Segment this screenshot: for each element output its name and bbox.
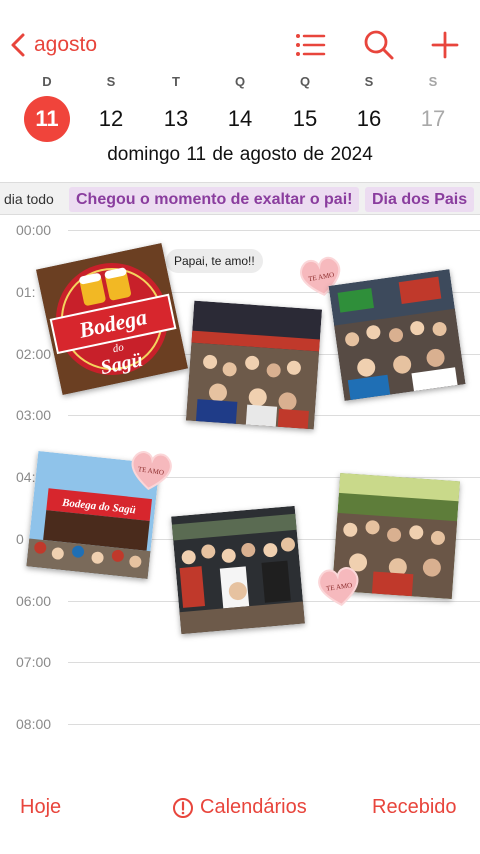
weekday-initial: D [42,74,52,89]
all-day-row: dia todo Chegou o momento de exaltar o p… [0,182,480,215]
all-day-label: dia todo [4,191,54,207]
date-cell[interactable]: 15 [282,96,328,142]
week-dates: 11 12 13 14 15 16 17 [0,96,480,142]
weekday-initial: S [106,74,116,89]
date-cell[interactable]: 16 [346,96,392,142]
search-icon[interactable] [362,28,396,62]
logo-emblem: Bodega do Sagü [36,243,188,395]
photo-graphic [328,269,466,401]
calendars-button[interactable]: Calendários [172,796,307,819]
event-photo-crowd-indoor [328,269,466,401]
all-day-event[interactable]: Chegou o momento de exaltar o pai! [69,187,360,212]
hour-label: 02:00 [16,346,54,362]
date-cell[interactable]: 17 [410,96,456,142]
weekday-initial: Q [234,74,246,89]
selected-date-title: domingo 11 de agosto de 2024 [107,144,373,165]
back-button[interactable]: agosto [8,28,97,62]
day-timeline[interactable]: 00:00 01: 02:00 03:00 04: 0 06:00 07:00 … [0,215,480,775]
date-cell[interactable]: 14 [217,96,263,142]
hour-row: 08:00 [0,712,480,732]
today-button[interactable]: Hoje [20,796,61,819]
all-day-event[interactable]: Dia dos Pais [365,187,475,212]
weekday-initial: T [172,74,180,89]
back-label: agosto [34,33,98,56]
bottom-toolbar: Hoje Calendários Recebido [0,782,480,832]
hour-line [68,230,480,231]
event-photo-crowd-night [185,300,323,430]
heart-sticker: TE AMO [131,451,172,491]
hour-label: 03:00 [16,407,54,423]
weekday-initial: Q [299,74,311,89]
date-selected[interactable]: 11 [24,96,70,142]
inbox-button[interactable]: Recebido [372,796,457,819]
hour-label: 00:00 [16,222,54,238]
weekday-initial: S [364,74,374,89]
calendars-label: Calendários [200,796,307,818]
plus-icon[interactable] [428,28,462,62]
hour-row: 07:00 [0,650,480,670]
event-photo-party [171,505,305,635]
hour-label: 06:00 [16,593,54,609]
date-cell[interactable]: 13 [153,96,199,142]
hour-label: 08:00 [16,716,54,732]
heart-sticker: TE AMO [318,567,359,607]
date-cell[interactable]: 12 [88,96,134,142]
list-icon[interactable] [294,28,328,62]
bodega-logo-image: Bodega do Sagü [36,243,188,395]
photo-graphic [171,505,305,635]
hour-line [68,724,480,725]
hour-label: 01: [16,284,38,300]
hour-row: 00:00 [0,218,480,238]
hour-label: 07:00 [16,654,54,670]
weekday-header: D S T Q Q S S [0,74,480,90]
alert-circle-icon [173,797,193,818]
weekday-initial: S [428,74,438,89]
hour-line [68,662,480,663]
hour-label: 0 [16,531,26,547]
chevron-left-icon [11,33,25,57]
speech-bubble: Papai, te amo!! [166,249,263,273]
photo-graphic [185,300,323,430]
